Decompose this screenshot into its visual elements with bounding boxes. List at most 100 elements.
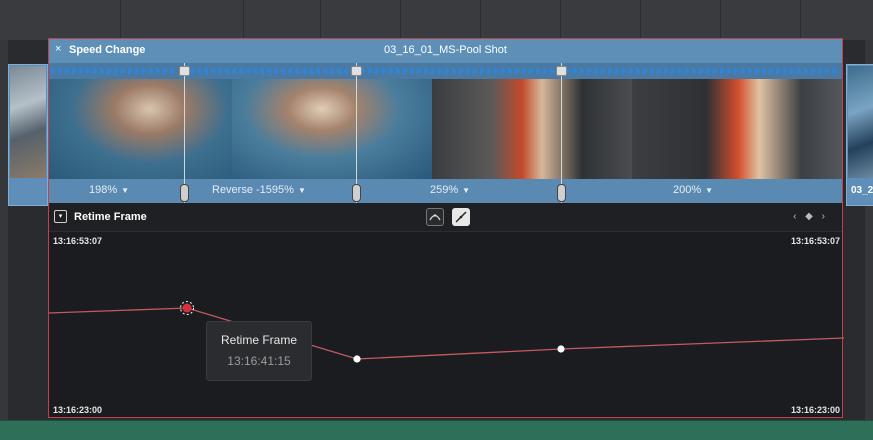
retime-curve-line: [49, 307, 844, 360]
speed-point-line[interactable]: [561, 63, 562, 203]
speed-point-top-handle[interactable]: [179, 66, 190, 76]
reverse-arrow-icon: [224, 67, 229, 75]
chevron-down-icon[interactable]: ▼: [121, 186, 129, 195]
speed-point-line[interactable]: [184, 63, 185, 203]
speed-point-top-handle[interactable]: [351, 66, 362, 76]
speed-point-top-handle[interactable]: [556, 66, 567, 76]
thumbnail-frame: [232, 79, 432, 179]
speed-segment-label: 198%: [89, 184, 118, 196]
chevron-down-icon[interactable]: ▼: [705, 186, 713, 195]
previous-clip[interactable]: [8, 64, 48, 206]
reverse-arrow-icon: [280, 67, 285, 75]
forward-arrow-icon: [522, 67, 527, 75]
forward-arrow-icon: [650, 67, 655, 75]
timecode-bottom-left: 13:16:23:00: [53, 405, 103, 415]
speed-point-handle[interactable]: [180, 184, 189, 202]
speed-segment-2[interactable]: Reverse -1595% ▼: [212, 184, 306, 196]
reverse-arrow-icon: [217, 67, 222, 75]
forward-arrow-icon: [573, 67, 578, 75]
previous-clip-thumbnail: [10, 66, 46, 178]
forward-arrow-icon: [594, 67, 599, 75]
reverse-arrow-icon: [301, 67, 306, 75]
forward-arrow-icon: [128, 67, 133, 75]
forward-arrow-icon: [51, 67, 56, 75]
keyframe: [557, 345, 565, 353]
clip-name: 03_16_01_MS-Pool Shot: [384, 44, 507, 56]
forward-arrow-icon: [508, 67, 513, 75]
speed-segment-label: 200%: [673, 184, 702, 196]
speed-point-line[interactable]: [356, 63, 357, 203]
forward-arrow-icon: [389, 67, 394, 75]
timecode-bottom-right: 13:16:23:00: [790, 405, 840, 415]
forward-arrow-icon: [480, 67, 485, 75]
forward-arrow-icon: [473, 67, 478, 75]
reverse-arrow-icon: [343, 67, 348, 75]
keyframe-navigation[interactable]: ‹ ◆ ›: [793, 211, 828, 222]
next-clip[interactable]: 03_2: [846, 64, 873, 206]
forward-arrow-icon: [163, 67, 168, 75]
forward-arrow-icon: [699, 67, 704, 75]
forward-arrow-icon: [797, 67, 802, 75]
speed-segment-1[interactable]: 198% ▼: [89, 184, 129, 196]
forward-arrow-icon: [487, 67, 492, 75]
speed-segment-4[interactable]: 200% ▼: [673, 184, 713, 196]
forward-arrow-icon: [550, 67, 555, 75]
thumbnail-frame: [49, 79, 232, 179]
reverse-arrow-icon: [259, 67, 264, 75]
forward-arrow-icon: [424, 67, 429, 75]
forward-arrow-icon: [156, 67, 161, 75]
forward-arrow-icon: [755, 67, 760, 75]
forward-arrow-icon: [587, 67, 592, 75]
audio-track[interactable]: [0, 420, 873, 440]
chevron-down-icon[interactable]: ▼: [298, 186, 306, 195]
forward-arrow-icon: [657, 67, 662, 75]
reverse-arrow-icon: [196, 67, 201, 75]
forward-arrow-icon: [403, 67, 408, 75]
forward-arrow-icon: [685, 67, 690, 75]
linear-curve-button[interactable]: [452, 208, 470, 226]
forward-arrow-icon: [65, 67, 70, 75]
reverse-arrow-icon: [252, 67, 257, 75]
reverse-arrow-icon: [336, 67, 341, 75]
forward-arrow-icon: [832, 67, 837, 75]
forward-arrow-icon: [601, 67, 606, 75]
clip-thumbnails: [49, 79, 842, 179]
forward-arrow-icon: [93, 67, 98, 75]
speed-segment-label: 259%: [430, 184, 459, 196]
forward-arrow-icon: [58, 67, 63, 75]
forward-arrow-icon: [431, 67, 436, 75]
forward-arrow-icon: [438, 67, 443, 75]
forward-arrow-icon: [149, 67, 154, 75]
reverse-arrow-icon: [287, 67, 292, 75]
forward-arrow-icon: [375, 67, 380, 75]
reverse-arrow-icon: [315, 67, 320, 75]
forward-arrow-icon: [501, 67, 506, 75]
forward-arrow-icon: [529, 67, 534, 75]
speed-point-handle[interactable]: [557, 184, 566, 202]
speed-segments-row: 198% ▼ Reverse -1595% ▼ 259% ▼ 200% ▼: [49, 179, 842, 203]
bezier-curve-button[interactable]: [426, 208, 444, 226]
timecode-top-left: 13:16:53:07: [53, 236, 103, 246]
forward-arrow-icon: [734, 67, 739, 75]
forward-arrow-icon: [466, 67, 471, 75]
speed-point-handle[interactable]: [352, 184, 361, 202]
forward-arrow-icon: [543, 67, 548, 75]
forward-arrow-icon: [804, 67, 809, 75]
forward-arrow-icon: [382, 67, 387, 75]
curve-dropdown-icon[interactable]: ▾: [54, 210, 67, 223]
bezier-curve-icon: [429, 214, 441, 221]
forward-arrow-icon: [135, 67, 140, 75]
timecode-top-right: 13:16:53:07: [790, 236, 840, 246]
forward-arrow-icon: [664, 67, 669, 75]
reverse-arrow-icon: [210, 67, 215, 75]
timeline-left-edge: [0, 40, 8, 420]
forward-arrow-icon: [72, 67, 77, 75]
forward-arrow-icon: [692, 67, 697, 75]
retime-curve-graph[interactable]: [49, 248, 844, 403]
forward-arrow-icon: [417, 67, 422, 75]
speed-segment-3[interactable]: 259% ▼: [430, 184, 470, 196]
speed-change-editor[interactable]: × Speed Change 03_16_01_MS-Pool Shot 198…: [48, 38, 844, 418]
forward-arrow-icon: [811, 67, 816, 75]
forward-arrow-icon: [769, 67, 774, 75]
chevron-down-icon[interactable]: ▼: [462, 186, 470, 195]
